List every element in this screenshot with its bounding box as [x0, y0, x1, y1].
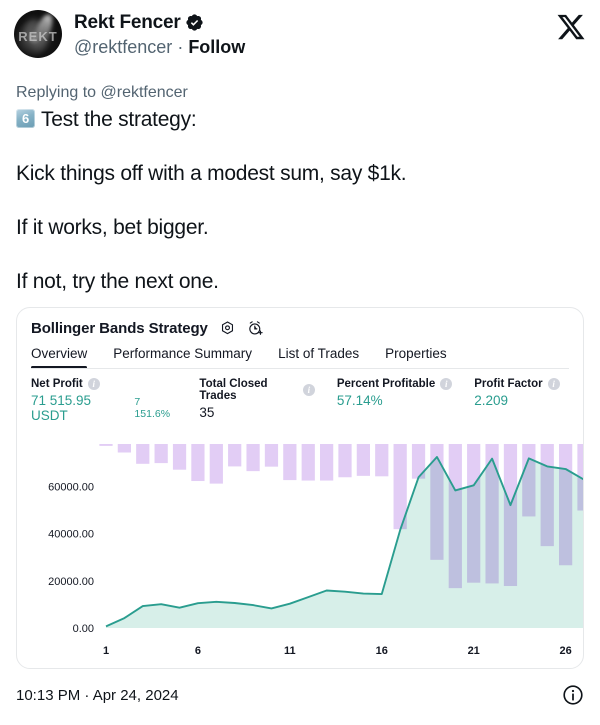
y-axis-tick-label: 40000.00	[48, 529, 94, 541]
drawdown-bar	[356, 444, 371, 476]
x-axis-tick-label: 21	[468, 645, 480, 657]
drawdown-bar	[522, 444, 536, 517]
stat-net-profit-label: Net Profit	[31, 378, 83, 390]
author-handle-row: @rektfencer · Follow	[74, 36, 245, 58]
equity-chart[interactable]: 0.00 20000.00 40000.00 60000.00 1 6 11 16 21 26	[17, 436, 583, 668]
stat-total-closed-trades: Total Closed Trades 35	[199, 378, 315, 423]
stat-percent-profitable-value-row: 57.14%	[337, 393, 452, 408]
stat-total-closed-trades-value-row: 35	[199, 405, 314, 420]
stat-net-profit-value: 71 515.95 USDT	[31, 393, 92, 423]
y-axis-tick-label: 0.00	[73, 623, 94, 635]
tab-properties[interactable]: Properties	[385, 346, 447, 369]
stat-profit-factor-label: Profit Factor	[474, 378, 543, 390]
strategy-title: Bollinger Bands Strategy	[31, 320, 208, 337]
drawdown-bar	[172, 444, 187, 470]
stat-net-profit: Net Profit 71 515.95 USDT 7 151.6%	[31, 378, 177, 423]
drawdown-bar	[503, 444, 518, 587]
stat-percent-profitable-label: Percent Profitable	[336, 378, 436, 390]
x-axis-tick-label: 1	[103, 645, 109, 657]
tab-performance-summary[interactable]: Performance Summary	[113, 346, 252, 369]
stat-percent-profitable: Percent Profitable 57.14%	[336, 378, 453, 423]
info-circle-icon[interactable]	[562, 684, 584, 706]
drawdown-bar	[228, 444, 242, 467]
x-axis-tick-label: 6	[195, 645, 201, 657]
info-icon[interactable]	[440, 378, 453, 390]
author-block: Rekt Fencer @rektfencer · Follow	[74, 10, 245, 58]
x-logo-icon[interactable]	[556, 12, 586, 42]
tweet-spacer-2	[16, 187, 584, 214]
tweet-line-1: 6 Test the strategy:	[16, 106, 584, 133]
avatar[interactable]: REKT	[14, 10, 62, 58]
stat-total-closed-trades-label-row: Total Closed Trades	[199, 378, 315, 402]
drawdown-bars	[99, 444, 583, 589]
stats-row: Net Profit 71 515.95 USDT 7 151.6% Total…	[17, 369, 583, 423]
stat-percent-profitable-value: 57.14%	[336, 393, 383, 408]
tweet-body: Replying to @rektfencer 6 Test the strate…	[0, 72, 600, 295]
y-axis-tick-label: 60000.00	[48, 481, 94, 493]
stat-total-closed-trades-value: 35	[199, 405, 215, 420]
tab-list-of-trades[interactable]: List of Trades	[278, 346, 359, 369]
info-icon[interactable]	[547, 378, 560, 390]
drawdown-bar	[301, 444, 315, 481]
drawdown-bar	[246, 444, 260, 472]
stat-profit-factor-value-row: 2.209	[474, 393, 569, 408]
drawdown-bar	[558, 444, 573, 566]
alert-clock-add-icon[interactable]	[247, 320, 264, 337]
tweet-spacer-3	[16, 241, 584, 268]
drawdown-bar	[319, 444, 334, 481]
tabs-divider	[31, 368, 569, 369]
number-six-emoji-icon: 6	[16, 109, 35, 128]
drawdown-bar	[136, 444, 150, 464]
info-icon[interactable]	[87, 378, 100, 390]
drawdown-bar	[375, 444, 389, 477]
drawdown-bar	[467, 444, 481, 583]
stat-profit-factor: Profit Factor 2.209	[474, 378, 569, 423]
drawdown-bar	[99, 444, 113, 446]
stat-total-closed-trades-label: Total Closed Trades	[199, 378, 268, 402]
avatar-label: REKT	[18, 29, 58, 45]
strategy-card: Bollinger Bands Strategy Overview Perfor…	[16, 307, 584, 669]
x-axis-tick-label: 26	[559, 645, 571, 657]
author-name-row: Rekt Fencer	[74, 11, 245, 34]
follow-button[interactable]: Follow	[188, 36, 245, 58]
handle-separator: ·	[177, 36, 184, 57]
replying-to: Replying to @rektfencer	[16, 84, 188, 101]
drawdown-bar	[191, 444, 205, 482]
tweet-card: REKT Rekt Fencer @rektfencer · Follow Re…	[0, 0, 600, 725]
tweet-header: REKT Rekt Fencer @rektfencer · Follow	[0, 0, 600, 72]
strategy-settings-icon[interactable]	[219, 320, 236, 337]
drawdown-bar	[540, 444, 554, 547]
drawdown-bar	[117, 444, 132, 453]
drawdown-bar	[209, 444, 223, 484]
tweet-line-4: If not, try the next one.	[16, 270, 219, 293]
drawdown-bar	[283, 444, 297, 481]
drawdown-bar	[338, 444, 352, 478]
strategy-title-row: Bollinger Bands Strategy	[17, 308, 583, 337]
stat-net-profit-value-row: 71 515.95 USDT 7 151.6%	[31, 393, 177, 423]
stat-percent-profitable-label-row: Percent Profitable	[336, 378, 453, 390]
stat-profit-factor-label-row: Profit Factor	[474, 378, 569, 390]
tweet-line-3: If it works, bet bigger.	[16, 216, 209, 239]
handle[interactable]: @rektfencer	[74, 36, 172, 58]
info-icon[interactable]	[302, 384, 315, 396]
tab-overview[interactable]: Overview	[31, 346, 88, 369]
strategy-tabs: Overview Performance Summary List of Tra…	[17, 346, 583, 369]
tweet-line-2: Kick things off with a modest sum, say $…	[16, 162, 407, 185]
stat-profit-factor-value: 2.209	[474, 393, 509, 408]
drawdown-bar	[448, 444, 462, 589]
tweet-spacer-1	[16, 133, 584, 160]
stat-net-profit-percent: 7 151.6%	[134, 396, 171, 420]
timestamp: 10:13 PM · Apr 24, 2024	[16, 686, 179, 704]
display-name[interactable]: Rekt Fencer	[74, 11, 181, 34]
verified-badge-icon	[185, 14, 203, 31]
x-axis-tick-label: 16	[376, 645, 388, 657]
y-axis-tick-label: 20000.00	[48, 576, 94, 588]
x-axis-tick-label: 11	[284, 645, 296, 657]
drawdown-bar	[264, 444, 279, 467]
equity-chart-svg: 0.0020000.0040000.0060000.001 6 11 16 21 26	[48, 444, 583, 657]
tweet-line-1-text: Test the strategy:	[41, 108, 197, 131]
stat-net-profit-label-row: Net Profit	[31, 378, 177, 390]
drawdown-bar	[154, 444, 168, 464]
tweet-footer: 10:13 PM · Apr 24, 2024	[16, 684, 584, 706]
